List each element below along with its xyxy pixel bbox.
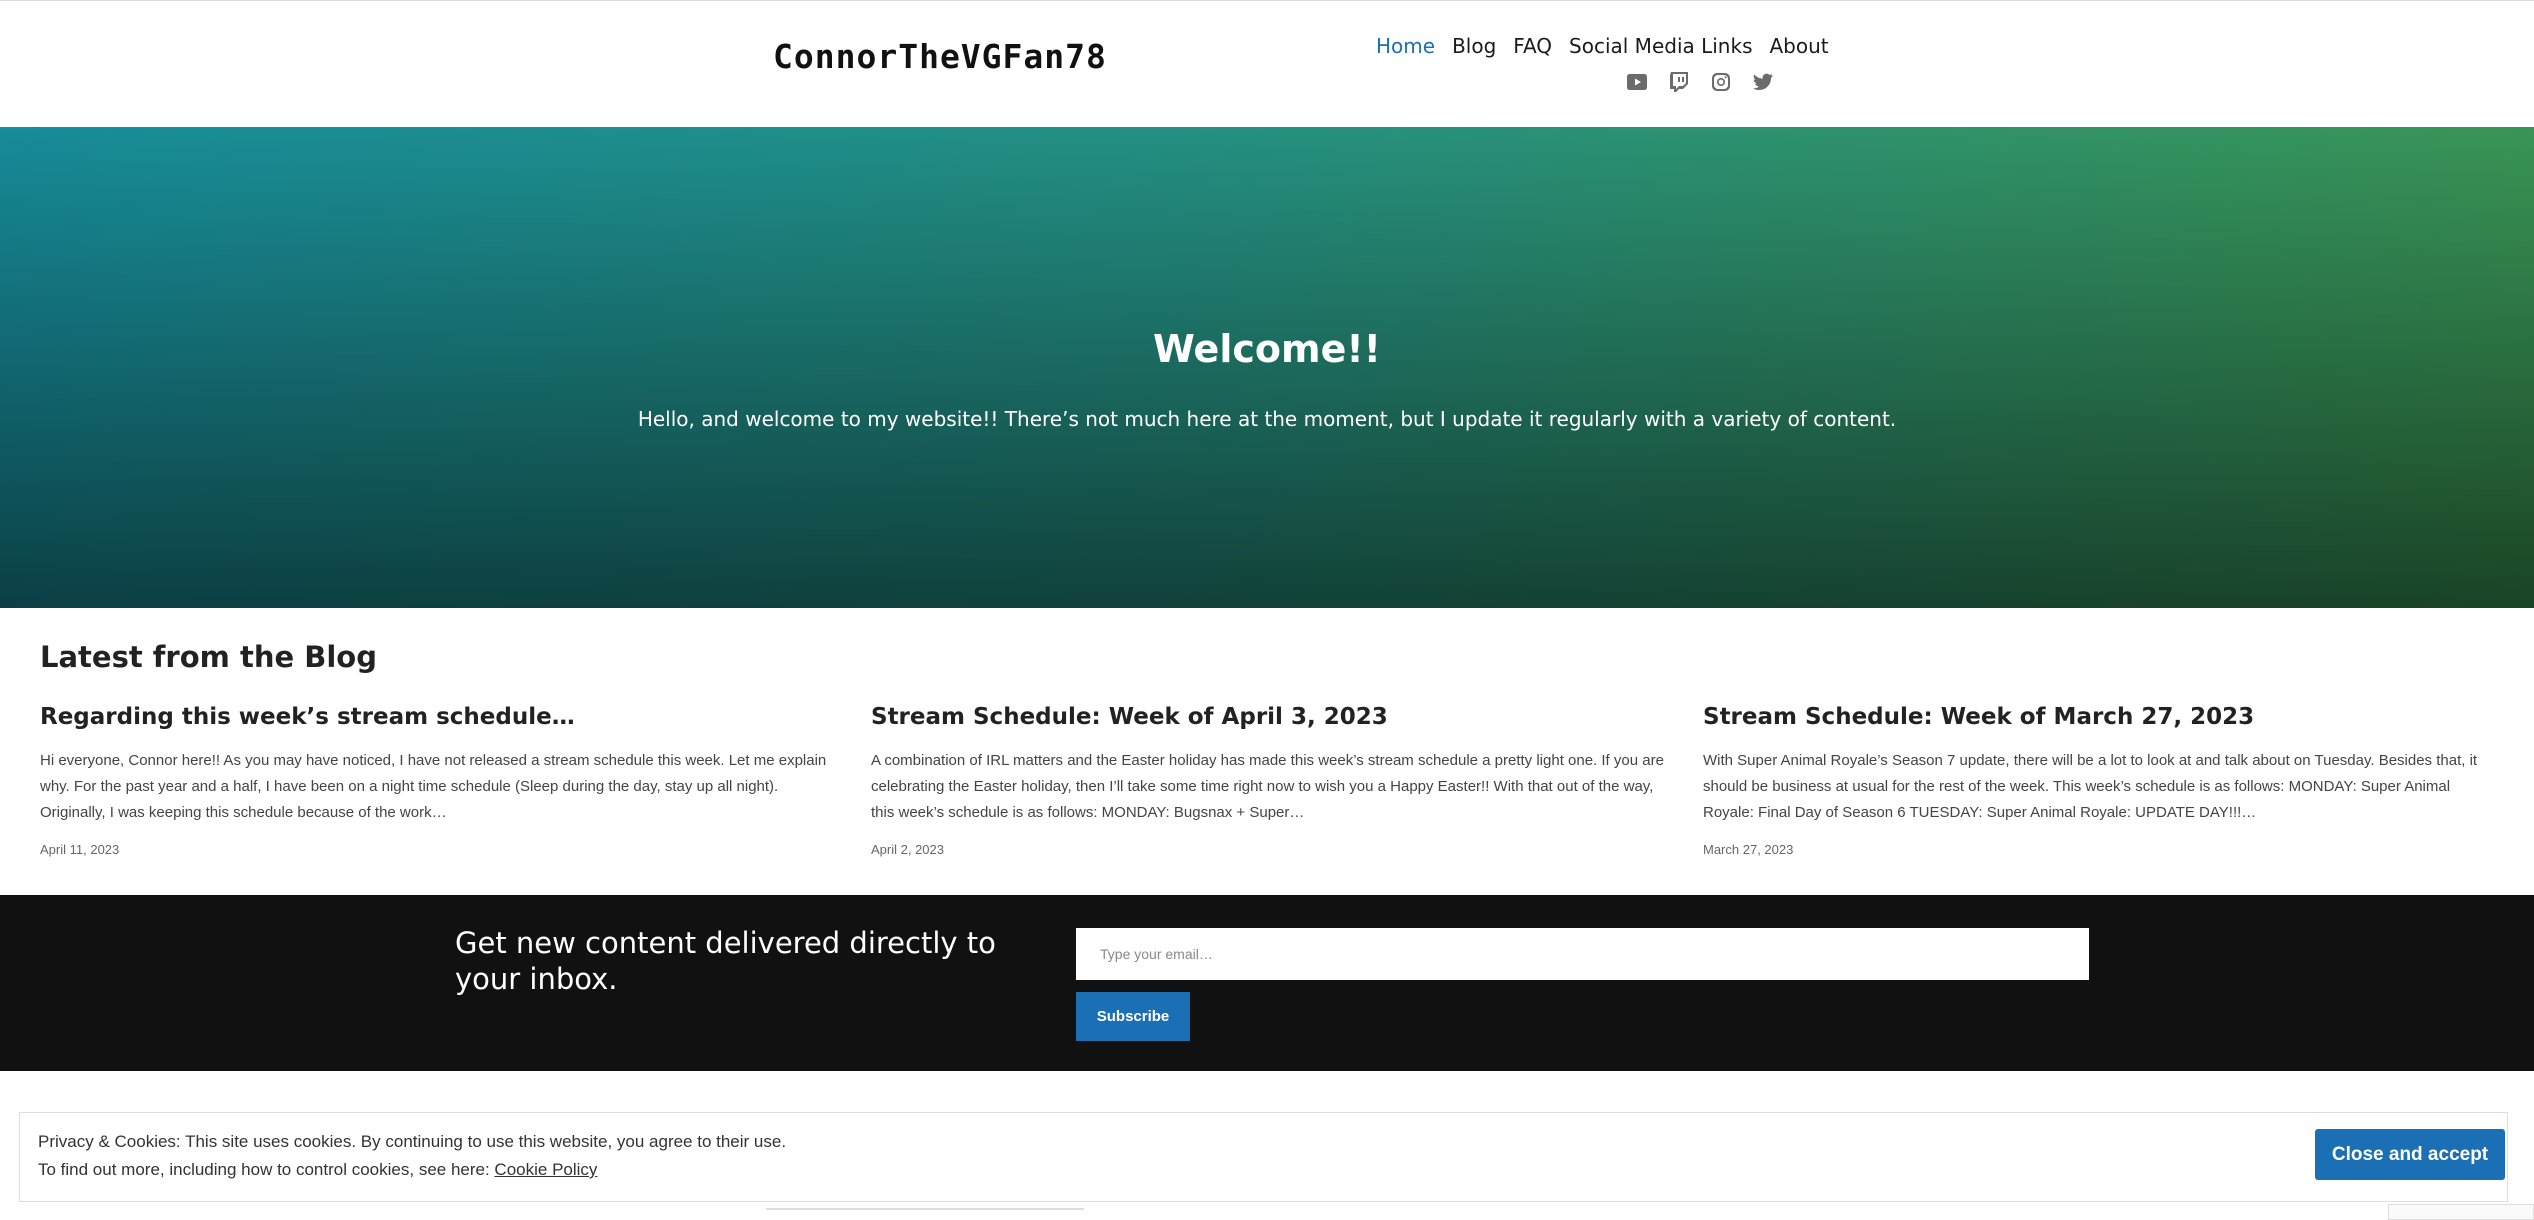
youtube-icon[interactable]	[1625, 71, 1649, 93]
hero-title: Welcome!!	[1152, 327, 1382, 371]
nav-about[interactable]: About	[1770, 34, 1829, 58]
post-title[interactable]: Stream Schedule: Week of March 27, 2023	[1703, 704, 2503, 730]
cookie-notice-text: Privacy & Cookies: This site uses cookie…	[38, 1132, 787, 1151]
site-header: ConnorTheVGFan78 Home Blog FAQ Social Me…	[0, 0, 2534, 127]
twitch-icon[interactable]	[1667, 71, 1691, 93]
nav-social-media-links[interactable]: Social Media Links	[1569, 34, 1752, 58]
post-excerpt: With Super Animal Royale’s Season 7 upda…	[1703, 752, 2478, 821]
nav-blog[interactable]: Blog	[1452, 34, 1496, 58]
hero-text: Hello, and welcome to my website!! There…	[637, 407, 1897, 431]
nav-home[interactable]: Home	[1376, 34, 1435, 58]
twitter-icon[interactable]	[1751, 71, 1775, 93]
corner-widget	[2388, 1204, 2534, 1220]
cookie-policy-link[interactable]: Cookie Policy	[494, 1160, 597, 1179]
post-date[interactable]: March 27, 2023	[1703, 842, 1793, 857]
main-nav: Home Blog FAQ Social Media Links About	[1376, 34, 1846, 58]
blog-post: Regarding this week’s stream schedule… H…	[40, 704, 840, 857]
cookie-policy-prefix: To find out more, including how to contr…	[38, 1160, 495, 1179]
post-date[interactable]: April 11, 2023	[40, 842, 119, 857]
hero-banner: Welcome!! Hello, and welcome to my websi…	[0, 127, 2534, 608]
instagram-icon[interactable]	[1709, 71, 1733, 93]
blog-post: Stream Schedule: Week of April 3, 2023 A…	[871, 704, 1671, 857]
blog-post: Stream Schedule: Week of March 27, 2023 …	[1703, 704, 2503, 857]
close-and-accept-button[interactable]: Close and accept	[2315, 1129, 2505, 1180]
social-links	[1625, 71, 1775, 93]
site-title[interactable]: ConnorTheVGFan78	[773, 37, 1107, 76]
subscribe-button[interactable]: Subscribe	[1076, 992, 1190, 1041]
cookie-policy-line: To find out more, including how to contr…	[38, 1160, 597, 1180]
nav-faq[interactable]: FAQ	[1513, 34, 1552, 58]
post-excerpt: A combination of IRL matters and the Eas…	[871, 752, 1664, 821]
email-input[interactable]	[1076, 928, 2089, 980]
post-excerpt: Hi everyone, Connor here!! As you may ha…	[40, 752, 827, 821]
post-date[interactable]: April 2, 2023	[871, 842, 944, 857]
blog-heading: Latest from the Blog	[40, 640, 377, 674]
post-title[interactable]: Stream Schedule: Week of April 3, 2023	[871, 704, 1671, 730]
cookie-banner: Privacy & Cookies: This site uses cookie…	[19, 1112, 2508, 1202]
post-title[interactable]: Regarding this week’s stream schedule…	[40, 704, 840, 730]
subscribe-heading: Get new content delivered directly to yo…	[455, 926, 996, 996]
subscribe-section: Get new content delivered directly to yo…	[0, 895, 2534, 1071]
footer-edge	[766, 1208, 1084, 1210]
